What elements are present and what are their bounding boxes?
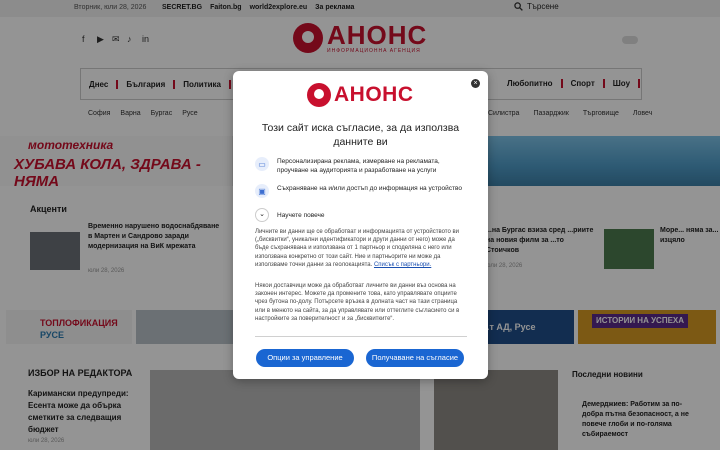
partners-link[interactable]: Списък с партньори.	[374, 262, 431, 268]
purpose-device-storage: ▣ Съхраняване на и/или достъп до информа…	[255, 184, 467, 198]
close-icon[interactable]: ×	[471, 79, 480, 88]
learn-more-toggle[interactable]: ⌄ Научете повече	[255, 208, 325, 222]
purpose-personalized-ads: ▭ Персонализирана реклама, измерване на …	[255, 157, 467, 175]
purpose-text: Персонализирана реклама, измерване на ре…	[277, 158, 440, 174]
dialog-title: Този сайт иска съгласие, за да използва …	[261, 122, 460, 148]
learn-more-label: Научете повече	[277, 211, 325, 219]
consent-dialog: × АНОНС Този сайт иска съгласие, за да и…	[233, 71, 488, 379]
legitimate-interest-text: Някои доставчици може да обработват личн…	[255, 283, 460, 322]
logo-mark-icon	[307, 83, 331, 107]
device-storage-icon: ▣	[255, 184, 269, 198]
monitor-icon: ▭	[255, 157, 269, 171]
dialog-logo: АНОНС	[307, 83, 414, 107]
manage-options-button[interactable]: Опции за управление	[256, 349, 354, 367]
chevron-down-icon: ⌄	[255, 208, 269, 222]
consent-description: Личните ви данни ще се обработват и инфо…	[255, 228, 467, 269]
purpose-text: Съхраняване на и/или достъп до информаци…	[277, 185, 462, 192]
consent-button[interactable]: Получаване на съгласие	[366, 349, 464, 367]
dialog-logo-name: АНОНС	[334, 83, 414, 106]
divider	[255, 336, 467, 337]
